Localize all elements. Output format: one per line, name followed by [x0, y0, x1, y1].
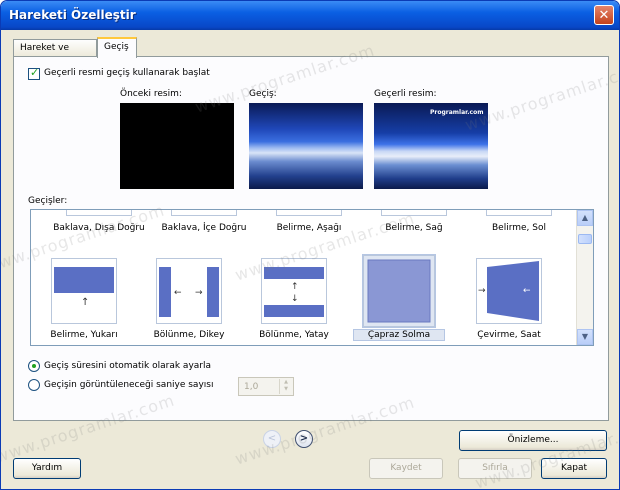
transitions-label: Geçişler:: [28, 196, 68, 206]
transition-item-label[interactable]: Bölünme, Yatay: [239, 330, 349, 340]
transition-panel: ✓ Geçerli resmi geçiş kullanarak başlat …: [13, 56, 609, 421]
vertical-scrollbar[interactable]: ▲ ▼: [576, 210, 593, 345]
cross-fade-icon: [367, 259, 431, 323]
tab-transition[interactable]: Geçiş: [97, 37, 137, 58]
transition-thumb[interactable]: [381, 210, 447, 216]
save-button[interactable]: Kaydet: [369, 458, 443, 479]
transition-item-label[interactable]: Bölünme, Dikey: [134, 330, 244, 340]
seconds-value: 1,0: [244, 382, 259, 392]
title-bar[interactable]: Hareketi Özelleştir ✕: [1, 1, 619, 30]
transition-preview-label: Geçiş:: [249, 89, 277, 99]
forward-button[interactable]: >: [295, 430, 313, 448]
transition-preview: [249, 103, 363, 189]
split-horizontal-icon: ↑↓: [264, 267, 324, 317]
transition-thumb-capraz-solma[interactable]: [362, 254, 436, 328]
transition-item-label[interactable]: Baklava, Dışa Doğru: [44, 223, 154, 233]
wipe-up-icon: ↑: [54, 267, 114, 308]
checkmark-icon: ✓: [30, 66, 40, 79]
transition-item-label-selected[interactable]: Çapraz Solma: [353, 329, 445, 341]
transition-item-label[interactable]: Baklava, İçe Doğru: [149, 223, 259, 233]
transition-item-label[interactable]: Belirme, Sağ: [359, 223, 469, 233]
auto-duration-label: Geçiş süresini otomatik olarak ayarla: [44, 361, 212, 371]
preview-overlay-text: Programlar.com: [430, 109, 484, 116]
transition-item-label[interactable]: Belirme, Sol: [464, 223, 574, 233]
seconds-spinner[interactable]: 1,0 ▲ ▼: [238, 377, 294, 396]
transition-thumb[interactable]: [66, 210, 132, 216]
transition-thumb[interactable]: [486, 210, 552, 216]
svg-text:→: →: [195, 288, 203, 298]
manual-duration-radio[interactable]: [28, 379, 40, 391]
svg-text:←: ←: [174, 288, 182, 298]
scroll-up-icon[interactable]: ▲: [577, 210, 593, 226]
previous-image-preview: [120, 103, 234, 189]
transition-thumb-cevirme-saat[interactable]: → ←: [476, 258, 542, 324]
spinner-arrows-icon[interactable]: ▲ ▼: [279, 379, 292, 394]
transition-thumb-bolunme-yatay[interactable]: ↑ ↓: [261, 258, 327, 324]
close-button[interactable]: Kapat: [541, 458, 607, 479]
current-image-preview: Programlar.com: [374, 103, 488, 189]
reset-button[interactable]: Sıfırla: [458, 458, 532, 479]
tab-movement-duration[interactable]: Hareket ve Süre: [13, 39, 97, 70]
current-image-label: Geçerli resim:: [374, 89, 437, 99]
split-vertical-icon: ← →: [159, 267, 219, 317]
dialog-window: Hareketi Özelleştir ✕ Hareket ve Süre Ge…: [0, 0, 620, 490]
transition-thumb-bolunme-dikey[interactable]: ← →: [156, 258, 222, 324]
svg-text:←: ←: [523, 286, 531, 296]
window-title: Hareketi Özelleştir: [9, 8, 136, 22]
help-button[interactable]: Yardım: [13, 458, 81, 479]
svg-text:→: →: [478, 286, 486, 296]
manual-duration-label: Geçişin görüntüleneceği saniye sayısı: [44, 380, 214, 390]
transition-thumb[interactable]: [276, 210, 342, 216]
transition-item-label[interactable]: Belirme, Yukarı: [31, 330, 139, 340]
svg-text:↓: ↓: [291, 294, 299, 304]
transition-item-label[interactable]: Belirme, Aşağı: [254, 223, 364, 233]
svg-text:↑: ↑: [81, 297, 89, 308]
scroll-down-icon[interactable]: ▼: [577, 329, 593, 345]
transition-thumb-belirme-yukari[interactable]: ↑: [51, 258, 117, 324]
auto-duration-radio[interactable]: [28, 360, 40, 372]
previous-image-label: Önceki resim:: [120, 89, 182, 99]
rotate-clockwise-icon: → ←: [478, 261, 539, 321]
svg-text:↑: ↑: [291, 282, 299, 292]
transition-item-label[interactable]: Çevirme, Saat: [454, 330, 564, 340]
back-button[interactable]: <: [263, 430, 281, 448]
preview-button[interactable]: Önizleme...: [459, 430, 607, 451]
transitions-list[interactable]: Baklava, Dışa Doğru Baklava, İçe Doğru B…: [30, 209, 594, 346]
transition-thumb[interactable]: [171, 210, 237, 216]
radio-dot-icon: [32, 364, 36, 368]
start-with-transition-checkbox[interactable]: ✓: [28, 66, 40, 80]
start-with-transition-label: Geçerli resmi geçiş kullanarak başlat: [44, 68, 210, 78]
scrollbar-thumb[interactable]: [578, 234, 592, 244]
close-icon[interactable]: ✕: [594, 5, 614, 25]
